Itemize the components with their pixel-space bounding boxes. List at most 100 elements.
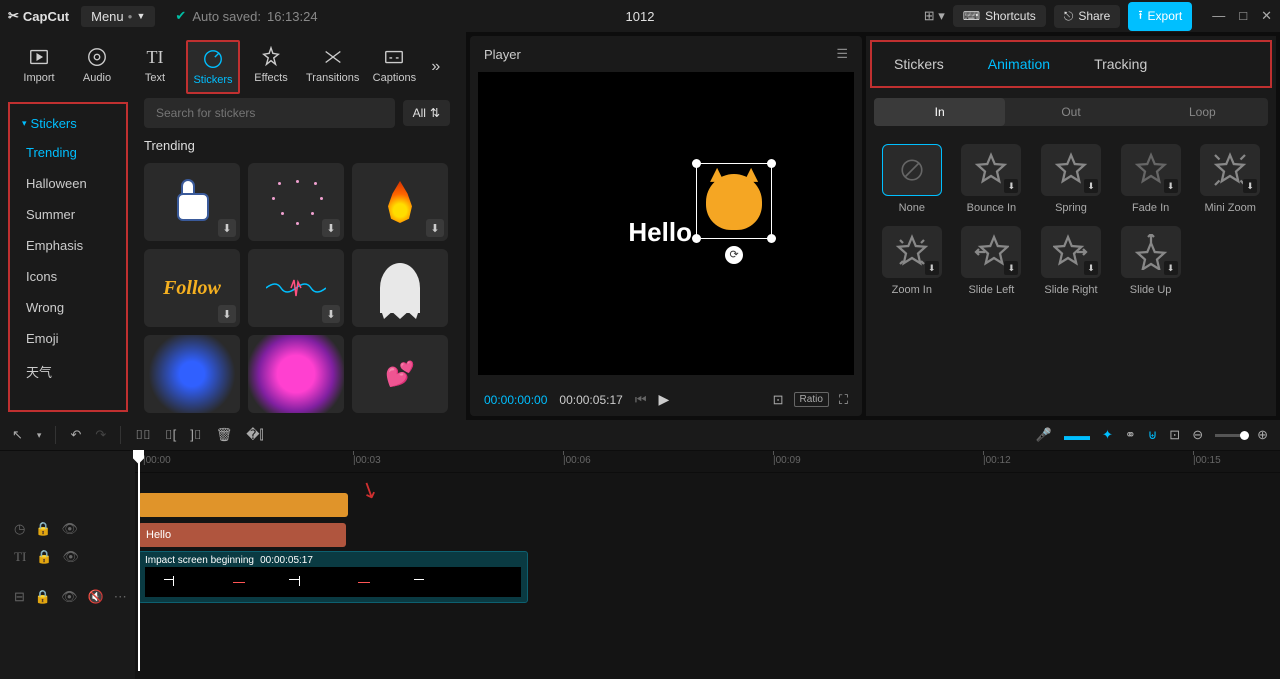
download-icon[interactable]: ⬇ <box>218 305 236 323</box>
search-input[interactable] <box>144 98 395 128</box>
clip-text[interactable]: Hello <box>138 523 346 547</box>
anim-slide-up[interactable]: ⬇Slide Up <box>1117 226 1185 296</box>
anim-slide-left[interactable]: ⬇Slide Left <box>958 226 1026 296</box>
anim-none[interactable]: None <box>878 144 946 214</box>
filter-button[interactable]: All⇅ <box>403 100 450 126</box>
clip-sticker[interactable] <box>138 493 348 517</box>
more-tabs-button[interactable]: » <box>425 40 446 94</box>
mirror-tool[interactable]: �⫿ <box>246 427 264 443</box>
download-icon[interactable]: ⬇ <box>426 219 444 237</box>
magnet-tool[interactable]: ⊎ <box>1148 427 1158 443</box>
tab-audio[interactable]: Audio <box>70 40 124 94</box>
rtab-tracking[interactable]: Tracking <box>1072 48 1169 80</box>
trim-right-tool[interactable]: ]⌷ <box>190 427 201 443</box>
download-icon[interactable]: ⬇ <box>218 219 236 237</box>
sticker-pink-heart[interactable] <box>248 335 344 413</box>
sticker-blue-glow[interactable] <box>144 335 240 413</box>
sticker-fire[interactable]: ⬇ <box>352 163 448 241</box>
undo-button[interactable]: ↶ <box>70 427 81 443</box>
sticker-hearts-cluster[interactable]: 💕 <box>352 335 448 413</box>
rtab-animation[interactable]: Animation <box>966 48 1072 80</box>
category-summer[interactable]: Summer <box>14 199 122 230</box>
lock-icon[interactable]: 🔒 <box>36 549 52 565</box>
shortcuts-button[interactable]: ⌨ Shortcuts <box>953 5 1046 27</box>
sticker-soundwave[interactable]: ⬇ <box>248 249 344 327</box>
tab-text[interactable]: TIText <box>128 40 182 94</box>
category-header[interactable]: ▾Stickers <box>14 110 122 137</box>
download-icon[interactable]: ⬇ <box>322 219 340 237</box>
zoom-slider[interactable] <box>1215 434 1245 437</box>
export-button[interactable]: ⭱ Export <box>1128 2 1192 31</box>
ratio-button[interactable]: Ratio <box>794 392 829 407</box>
timeline-tracks[interactable]: |00:00 |00:03 |00:06 |00:09 |00:12 |00:1… <box>135 451 1280 679</box>
category-trending[interactable]: Trending <box>14 137 122 168</box>
subtab-out[interactable]: Out <box>1005 98 1136 126</box>
canvas-text[interactable]: Hello <box>628 217 692 248</box>
split-tool[interactable]: ⌷⌷ <box>135 427 151 443</box>
mic-icon[interactable]: 🎤 <box>1036 427 1052 443</box>
link-tool[interactable]: ⚭ <box>1125 427 1136 443</box>
category-emoji[interactable]: Emoji <box>14 323 122 354</box>
tab-stickers[interactable]: Stickers <box>186 40 240 94</box>
anim-slide-right[interactable]: ⬇Slide Right <box>1037 226 1105 296</box>
canvas-sticker-selection[interactable]: ⟳ <box>696 163 772 239</box>
player-menu-icon[interactable]: ☰ <box>836 46 848 62</box>
tab-effects[interactable]: Effects <box>244 40 298 94</box>
player-canvas[interactable]: Hello ⟳ <box>478 72 854 375</box>
tab-captions[interactable]: Captions <box>367 40 421 94</box>
category-icons[interactable]: Icons <box>14 261 122 292</box>
snap-toggle-1[interactable]: ▬▬ <box>1064 428 1090 443</box>
anim-zoom-in[interactable]: ⬇Zoom In <box>878 226 946 296</box>
fullscreen-icon[interactable]: ⛶ <box>839 392 848 408</box>
anim-fade-in[interactable]: ⬇Fade In <box>1117 144 1185 214</box>
anim-spring[interactable]: ⬇Spring <box>1037 144 1105 214</box>
clip-video[interactable]: Impact screen beginning 00:00:05:17 <box>138 551 528 603</box>
category-weather[interactable]: 天气 <box>14 354 122 389</box>
redo-button[interactable]: ↷ <box>95 427 106 443</box>
selection-tool[interactable]: ↖ <box>12 427 23 443</box>
tab-import[interactable]: Import <box>12 40 66 94</box>
more-icon[interactable]: ⋯ <box>114 589 127 605</box>
category-halloween[interactable]: Halloween <box>14 168 122 199</box>
zoom-out-icon[interactable]: ⊖ <box>1192 427 1203 443</box>
menu-button[interactable]: Menu ● ▼ <box>81 6 155 27</box>
step-back-icon[interactable]: ⏮ <box>635 392 647 408</box>
snap-toggle-2[interactable]: ✦ <box>1102 427 1113 443</box>
tab-transitions[interactable]: Transitions <box>302 40 363 94</box>
resize-handle-tr[interactable] <box>767 159 776 168</box>
sticker-thumbs-up[interactable]: ⬇ <box>144 163 240 241</box>
eye-icon[interactable]: 👁 <box>62 521 79 537</box>
lock-icon[interactable]: 🔒 <box>35 521 51 537</box>
resize-handle-br[interactable] <box>767 234 776 243</box>
delete-tool[interactable]: 🗑 <box>216 427 233 443</box>
trim-left-tool[interactable]: ⌷[ <box>165 427 176 443</box>
minimize-icon[interactable]: ― <box>1212 8 1225 24</box>
resize-handle-bl[interactable] <box>692 234 701 243</box>
collapse-icon[interactable]: ⊟ <box>14 589 25 605</box>
close-icon[interactable]: ✕ <box>1261 8 1272 24</box>
selection-dropdown[interactable]: ▾ <box>37 430 42 441</box>
rtab-stickers[interactable]: Stickers <box>872 48 966 80</box>
subtab-in[interactable]: In <box>874 98 1005 126</box>
share-button[interactable]: ⎋ Share <box>1054 5 1121 28</box>
category-emphasis[interactable]: Emphasis <box>14 230 122 261</box>
clock-icon[interactable]: ◷ <box>14 521 25 537</box>
preview-tool[interactable]: ⊡ <box>1169 427 1180 443</box>
category-wrong[interactable]: Wrong <box>14 292 122 323</box>
anim-bounce-in[interactable]: ⬇Bounce In <box>958 144 1026 214</box>
rotate-handle[interactable]: ⟳ <box>725 246 743 264</box>
subtab-loop[interactable]: Loop <box>1137 98 1268 126</box>
layout-icon[interactable]: ⊞ ▾ <box>924 8 945 24</box>
crop-icon[interactable]: ⊡ <box>773 392 784 408</box>
lock-icon[interactable]: 🔒 <box>35 589 51 605</box>
mute-icon[interactable]: 🔇 <box>88 589 104 605</box>
timeline-ruler[interactable]: |00:00 |00:03 |00:06 |00:09 |00:12 |00:1… <box>135 451 1280 473</box>
sticker-follow[interactable]: Follow⬇ <box>144 249 240 327</box>
playhead[interactable] <box>138 451 140 671</box>
download-icon[interactable]: ⬇ <box>322 305 340 323</box>
sticker-heart-sparkle[interactable]: ⬇ <box>248 163 344 241</box>
anim-mini-zoom[interactable]: ⬇Mini Zoom <box>1196 144 1264 214</box>
sticker-ghost[interactable] <box>352 249 448 327</box>
play-icon[interactable]: ▶ <box>659 391 670 408</box>
zoom-in-icon[interactable]: ⊕ <box>1257 427 1268 443</box>
